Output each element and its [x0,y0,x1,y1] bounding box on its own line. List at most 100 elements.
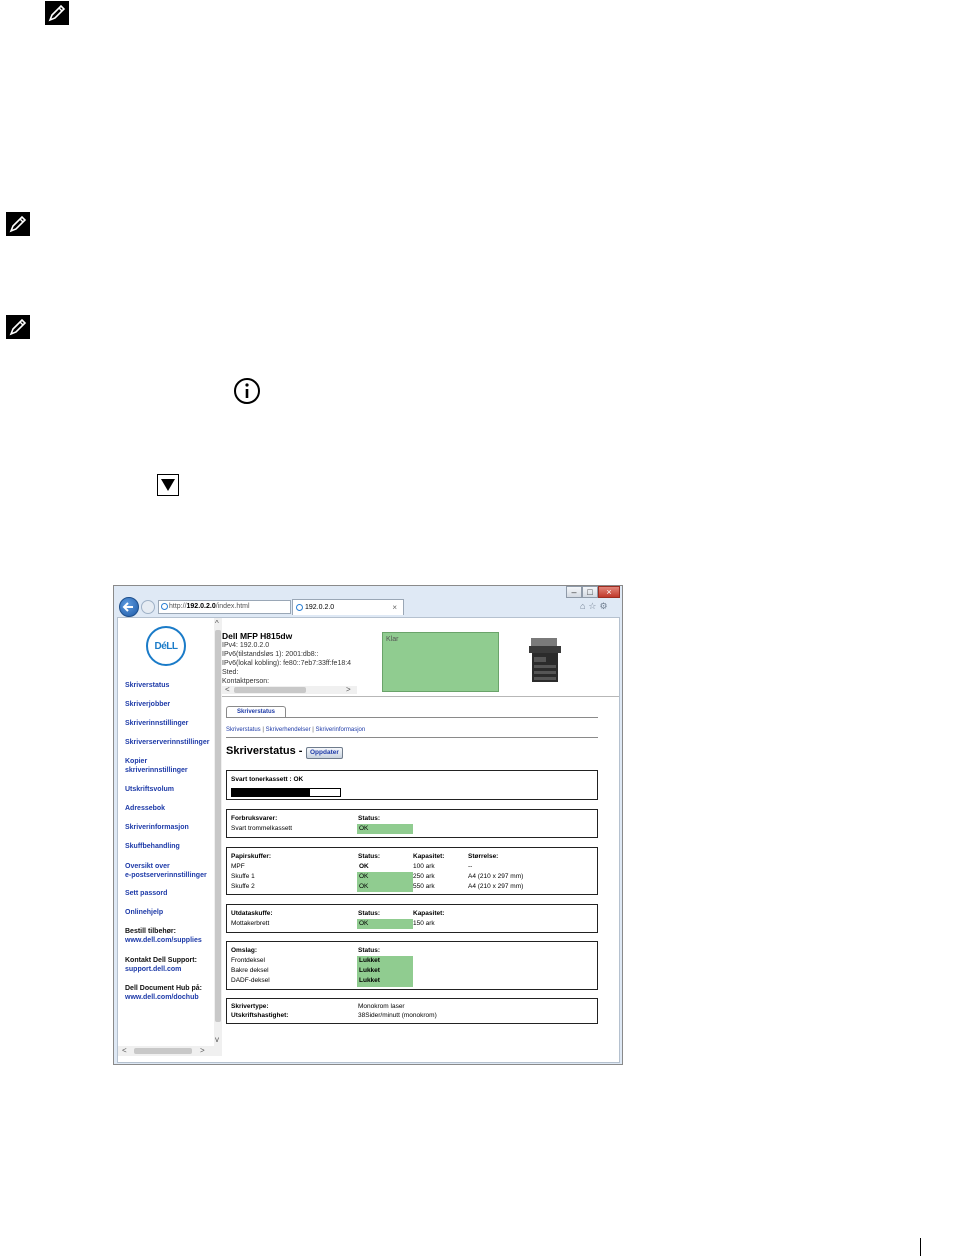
drum-status: OK [359,825,369,832]
cover-row-status: Lukket [359,967,380,974]
printer-image-icon [529,638,561,682]
status-text: Klar [386,636,399,643]
tray-row-capacity: 100 ark [413,863,435,870]
browser-tab[interactable]: 192.0.2.0 × [292,599,404,615]
top-horizontal-scrollbar[interactable]: < > [222,686,357,694]
menu-skriverinformasjon[interactable]: Skriverinformasjon [125,824,189,832]
sublink-separator: | [312,727,314,733]
cover-row-name: Frontdeksel [231,957,265,964]
covers-header: Omslag: [231,947,258,954]
menu-onlinehjelp[interactable]: Onlinehjelp [125,909,163,917]
menu-kopier[interactable]: Kopier [125,758,147,766]
menu-skriverserverinnstillinger[interactable]: Skriverserverinnstillinger [125,739,209,747]
output-tray-section: Utdataskuffe: Status: Kapasitet: Mottake… [226,904,598,933]
menu-utskriftsvolum[interactable]: Utskriftsvolum [125,786,174,794]
tab-title: 192.0.2.0 [305,604,335,611]
supplies-link[interactable]: www.dell.com/supplies [125,937,202,945]
sub-navigation: Skriverstatus | Skriverhendelser | Skriv… [226,727,365,733]
tray-row-name: Skuffe 2 [231,883,255,890]
dochub-link[interactable]: www.dell.com/dochub [125,994,199,1002]
back-arrow-icon [122,602,133,612]
toner-section: Svart tonerkassett : OK [226,770,598,800]
url-host: 192.0.2.0 [186,603,216,610]
output-row-capacity: 150 ark [413,920,435,927]
tray-row-size: A4 (210 x 297 mm) [468,873,524,880]
printer-type-label: Skrivertype: [231,1003,269,1010]
forward-button[interactable] [141,600,155,614]
menu-oversikt-over[interactable]: Oversikt over [125,863,170,871]
capacity-header: Kapasitet: [413,853,445,860]
menu-skriverstatus[interactable]: Skriverstatus [125,682,169,690]
drum-cartridge-label: Svart trommelkassett [231,825,293,832]
sub-divider [226,737,598,738]
status-header: Status: [358,910,381,917]
contact-label: Kontaktperson: [222,678,270,685]
scroll-thumb[interactable] [215,630,221,1022]
dell-logo: DéLL [146,626,186,666]
back-button[interactable] [119,597,139,617]
scroll-right-arrow[interactable]: > [200,1047,205,1055]
consumables-section: Forbruksvarer: Status: Svart trommelkass… [226,809,598,838]
status-header: Status: [358,815,381,822]
toner-level-bar [231,788,341,797]
tray-row-status: OK [359,883,369,890]
tray-row-name: MPF [231,863,245,870]
scroll-thumb[interactable] [134,1048,192,1054]
left-vertical-scrollbar[interactable]: ^ v [214,618,222,1046]
cover-row-name: DADF-deksel [231,977,270,984]
ipv6-stateless: IPv6(tilstandsløs 1): 2001:db8:: [222,651,319,658]
support-label: Kontakt Dell Support: [125,957,197,964]
refresh-button[interactable]: Oppdater [306,747,343,759]
menu-skriverinnstillinger[interactable]: Skriverinnstillinger [125,720,188,728]
consumables-header: Forbruksvarer: [231,815,278,822]
dochub-label: Dell Document Hub på: [125,985,203,992]
scroll-up-arrow[interactable]: ^ [215,620,219,628]
scroll-down-arrow[interactable]: v [215,1036,219,1044]
home-favorites-settings-icons[interactable]: ⌂☆⚙ [580,601,611,612]
cover-row-name: Bakre deksel [231,967,269,974]
url-path: /index.html [215,603,250,610]
sublink-skriverstatus[interactable]: Skriverstatus [226,727,261,733]
menu-kopier-skriverinnstillinger[interactable]: skriverinnstillinger [125,767,188,775]
location-label: Sted: [222,669,239,676]
device-name: Dell MFP H815dw [222,631,293,641]
globe-icon [161,603,168,610]
tab-divider [226,717,598,718]
web-page-viewport: DéLL Skriverstatus Skriverjobber Skriver… [117,617,620,1063]
main-content-frame: Skriverstatus Skriverstatus | Skriverhen… [222,697,619,1057]
support-link[interactable]: support.dell.com [125,966,181,974]
trays-header: Papirskuffer: [231,853,272,860]
ipv4-address: IPv4: 192.0.2.0 [222,642,270,649]
info-icon [234,378,260,404]
menu-skuffbehandling[interactable]: Skuffbehandling [125,843,180,851]
scroll-left-arrow[interactable]: < [122,1047,127,1055]
note-pencil-icon [6,212,30,236]
capacity-header: Kapasitet: [413,910,445,917]
globe-icon [296,604,303,611]
menu-sett-passord[interactable]: Sett passord [125,890,167,898]
logo-text: DéLL [154,640,179,652]
sublink-skriverinformasjon[interactable]: Skriverinformasjon [316,727,366,733]
toner-level-fill [232,789,310,796]
browser-window: – □ × http://192.0.2.0/index.html ⌕ ▾ ↻ … [113,585,623,1065]
sublink-skriverhendelser[interactable]: Skriverhendelser [266,727,311,733]
address-bar[interactable]: http://192.0.2.0/index.html ⌕ ▾ ↻ [158,600,291,614]
tab-close-icon[interactable]: × [392,600,397,615]
note-pencil-icon [45,1,69,25]
scroll-thumb[interactable] [234,687,306,693]
page-title: Skriverstatus - [226,745,303,757]
scroll-right-arrow[interactable]: > [346,686,351,694]
tray-row-capacity: 550 ark [413,883,435,890]
tray-row-size: -- [468,863,473,870]
menu-adressebok[interactable]: Adressebok [125,805,165,813]
menu-skriverjobber[interactable]: Skriverjobber [125,701,170,709]
output-header: Utdataskuffe: [231,910,273,917]
scroll-left-arrow[interactable]: < [225,686,230,694]
main-vertical-scrollbar[interactable] [612,697,619,1057]
left-horizontal-scrollbar[interactable]: < > [118,1046,222,1056]
note-pencil-icon [6,315,30,339]
toner-label: Svart tonerkassett : OK [231,776,304,783]
menu-epostserverinnstillinger[interactable]: e-postserverinnstillinger [125,872,207,880]
left-navigation-frame: DéLL Skriverstatus Skriverjobber Skriver… [118,618,226,1046]
ipv6-link-local: IPv6(lokal kobling): fe80::7eb7:33ff:fe1… [222,660,352,667]
